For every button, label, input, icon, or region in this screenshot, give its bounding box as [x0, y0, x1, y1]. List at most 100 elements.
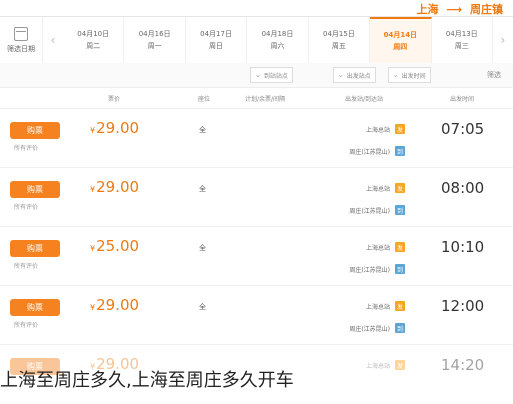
- route-title: 上海 ⟶ 周庄镇: [417, 1, 503, 17]
- departure-tag: 发: [395, 183, 405, 193]
- departure-time-select[interactable]: ⌄ 出发时间: [387, 67, 431, 83]
- top-bar: 上海 ⟶ 周庄镇: [0, 0, 513, 16]
- price-value: 29.00: [96, 296, 140, 314]
- reviews-link[interactable]: 所有评价: [14, 261, 38, 270]
- arrival-tag: 到: [395, 205, 405, 215]
- departure-tag: 发: [395, 360, 405, 370]
- seat-info: 全: [199, 185, 206, 193]
- departure-tag: 发: [395, 124, 405, 134]
- date-label: 04月15日: [322, 30, 355, 38]
- weekday-label: 周二: [86, 42, 101, 50]
- select-label: 出发站点: [346, 72, 371, 80]
- date-selector: 筛选日期 ‹ 04月10日 周二 04月16日 周一 04月17日 周日 04月18日…: [0, 16, 513, 64]
- price: ¥25.00: [90, 237, 139, 255]
- column-header-stations: 出发站/到达站: [345, 95, 384, 103]
- buy-button[interactable]: 购票: [10, 122, 60, 139]
- origin-city: 上海: [416, 3, 439, 16]
- currency-symbol: ¥: [90, 126, 96, 135]
- arrival-tag: 到: [395, 264, 405, 274]
- table-header: 票价 座位 计划/余票/间隔 出发站/到达站 出发时间: [0, 88, 513, 109]
- table-row: 购票 所有评价 ¥29.00 全 上海总站 发 周庄(江苏昆山) 到 07:05: [0, 109, 513, 168]
- chevron-down-icon: ⌄: [337, 71, 344, 79]
- prev-dates-icon[interactable]: ‹: [43, 17, 63, 63]
- column-header-seat: 座位: [198, 95, 211, 103]
- chevron-down-icon: ⌄: [392, 71, 399, 79]
- departure-time: 08:00: [441, 179, 485, 197]
- calendar-icon: [14, 26, 28, 41]
- arrival-station: 周庄(江苏昆山): [349, 149, 390, 156]
- arrow-icon: ⟶: [446, 3, 463, 16]
- date-tab[interactable]: 04月17日 周日: [186, 17, 248, 63]
- select-label: 出发时间: [401, 72, 426, 80]
- price-value: 25.00: [96, 237, 140, 255]
- price-value: 29.00: [96, 178, 140, 196]
- table-row: 购票 所有评价 ¥29.00 全 上海总站 发 周庄(江苏昆山) 到 08:00: [0, 168, 513, 227]
- date-tab[interactable]: 04月13日 周三: [432, 17, 493, 63]
- date-label: 04月10日: [77, 30, 110, 38]
- reviews-link[interactable]: 所有评价: [14, 202, 38, 211]
- seat-info: 全: [199, 244, 206, 252]
- arrival-tag: 到: [395, 146, 405, 156]
- arrival-station: 周庄(江苏昆山): [349, 267, 390, 274]
- weekday-label: 周日: [209, 42, 224, 50]
- price-value: 29.00: [96, 119, 140, 137]
- weekday-label: 周一: [147, 42, 162, 50]
- caption-overlay: 上海至周庄多久,上海至周庄多久开车: [0, 370, 294, 391]
- departure-station: 上海总站: [365, 186, 390, 193]
- currency-symbol: ¥: [90, 303, 96, 312]
- next-dates-icon[interactable]: ›: [493, 17, 513, 63]
- chevron-down-icon: ⌄: [255, 71, 261, 79]
- weekday-label: 周四: [393, 43, 408, 51]
- date-label: 04月13日: [445, 30, 478, 38]
- departure-time: 14:20: [441, 356, 485, 374]
- calendar-button[interactable]: 筛选日期: [0, 17, 43, 63]
- arrival-station-select[interactable]: ⌄ 到站站点: [250, 67, 293, 83]
- date-tab[interactable]: 04月15日 周五: [309, 17, 371, 63]
- date-label: 04月14日: [383, 31, 418, 39]
- table-row: 购票 所有评价 ¥29.00 全 上海总站 发 周庄(江苏昆山) 到 12:00: [0, 286, 513, 345]
- select-label: 到站站点: [263, 72, 288, 80]
- date-label: 04月18日: [261, 30, 294, 38]
- price: ¥29.00: [90, 119, 139, 137]
- departure-station-select[interactable]: ⌄ 出发站点: [332, 67, 376, 83]
- buy-button[interactable]: 购票: [10, 240, 60, 257]
- departure-tag: 发: [395, 242, 405, 252]
- arrival-station: 周庄(江苏昆山): [349, 208, 390, 215]
- currency-symbol: ¥: [90, 244, 96, 253]
- destination-city: 周庄镇: [470, 3, 503, 16]
- reviews-link[interactable]: 所有评价: [14, 143, 38, 152]
- weekday-label: 周三: [454, 42, 469, 50]
- departure-time: 07:05: [441, 120, 485, 138]
- seat-info: 全: [199, 126, 206, 134]
- arrival-tag: 到: [395, 323, 405, 333]
- buy-button[interactable]: 购票: [10, 181, 60, 198]
- date-tab[interactable]: 04月16日 周一: [124, 17, 186, 63]
- departure-station: 上海总站: [365, 245, 390, 252]
- buy-button[interactable]: 购票: [10, 299, 60, 316]
- departure-station: 上海总站: [365, 363, 390, 370]
- column-header-price[interactable]: 票价: [108, 94, 120, 103]
- date-label: 04月16日: [138, 30, 171, 38]
- departure-time: 10:10: [441, 238, 485, 256]
- weekday-label: 周六: [270, 42, 285, 50]
- seat-info: 全: [199, 303, 206, 311]
- arrival-station: 周庄(江苏昆山): [349, 326, 390, 333]
- departure-station: 上海总站: [365, 304, 390, 311]
- weekday-label: 周五: [331, 42, 346, 50]
- filter-label: 筛选: [487, 71, 501, 79]
- departure-time: 12:00: [441, 297, 485, 315]
- currency-symbol: ¥: [90, 185, 96, 194]
- departure-tag: 发: [395, 301, 405, 311]
- departure-station: 上海总站: [365, 127, 390, 134]
- date-tab[interactable]: 04月10日 周二: [63, 17, 125, 63]
- date-tab[interactable]: 04月18日 周六: [247, 17, 309, 63]
- filter-bar: ⌄ 到站站点 ⌄ 出发站点 ⌄ 出发时间 筛选: [0, 63, 513, 88]
- calendar-label: 筛选日期: [7, 44, 35, 53]
- price: ¥29.00: [90, 296, 139, 314]
- table-row: 购票 所有评价 ¥25.00 全 上海总站 发 周庄(江苏昆山) 到 10:10: [0, 227, 513, 286]
- column-header-time[interactable]: 出发时间: [450, 94, 474, 103]
- date-tab-selected[interactable]: 04月14日 周四: [370, 17, 432, 63]
- reviews-link[interactable]: 所有评价: [14, 320, 38, 329]
- date-label: 04月17日: [200, 30, 232, 38]
- column-header-schedule: 计划/余票/间隔: [245, 95, 286, 103]
